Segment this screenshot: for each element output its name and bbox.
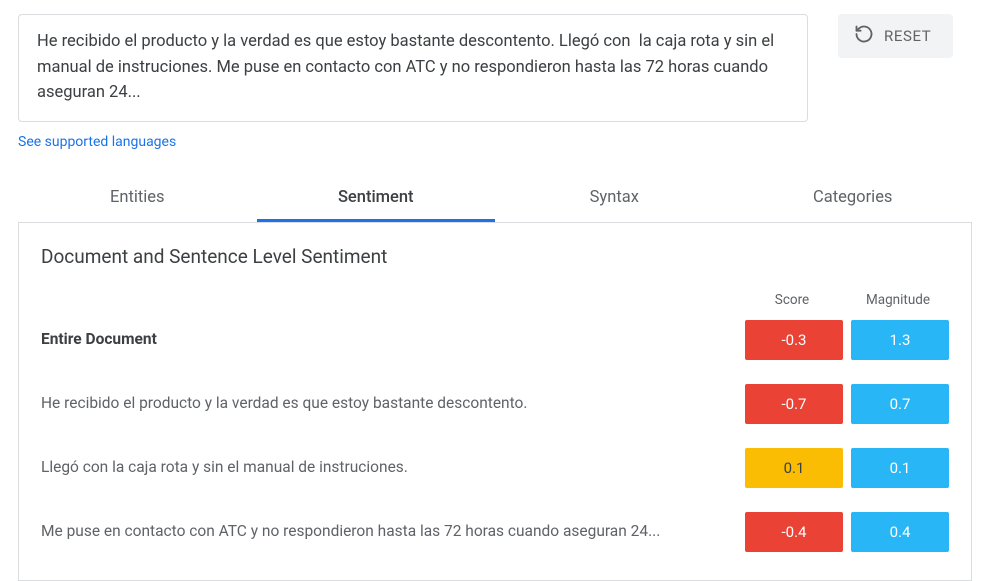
- reset-icon: [854, 24, 874, 48]
- score-value: -0.3: [745, 320, 843, 360]
- panel-title: Document and Sentence Level Sentiment: [41, 245, 949, 268]
- tab-sentiment[interactable]: Sentiment: [257, 176, 496, 221]
- magnitude-header: Magnitude: [849, 292, 947, 308]
- magnitude-value: 0.4: [851, 512, 949, 552]
- tab-syntax[interactable]: Syntax: [495, 176, 734, 221]
- reset-label: RESET: [884, 27, 931, 45]
- tab-categories[interactable]: Categories: [734, 176, 973, 221]
- score-header: Score: [743, 292, 841, 308]
- column-headers: Score Magnitude: [41, 292, 949, 308]
- sentiment-row: Entire Document-0.31.3: [41, 320, 949, 360]
- score-value: -0.4: [745, 512, 843, 552]
- result-tabs: Entities Sentiment Syntax Categories: [18, 176, 972, 222]
- analysis-input[interactable]: [18, 14, 808, 122]
- sentiment-panel: Document and Sentence Level Sentiment Sc…: [18, 222, 972, 581]
- sentiment-row-label: He recibido el producto y la verdad es q…: [41, 392, 745, 415]
- supported-languages-link[interactable]: See supported languages: [18, 134, 176, 150]
- sentiment-row-label: Entire Document: [41, 328, 745, 351]
- magnitude-value: 0.7: [851, 384, 949, 424]
- score-value: -0.7: [745, 384, 843, 424]
- reset-button[interactable]: RESET: [838, 14, 953, 58]
- sentiment-row-label: Llegó con la caja rota y sin el manual d…: [41, 456, 745, 479]
- magnitude-value: 1.3: [851, 320, 949, 360]
- sentiment-row: He recibido el producto y la verdad es q…: [41, 384, 949, 424]
- tab-entities[interactable]: Entities: [18, 176, 257, 221]
- score-value: 0.1: [745, 448, 843, 488]
- magnitude-value: 0.1: [851, 448, 949, 488]
- sentiment-row-label: Me puse en contacto con ATC y no respond…: [41, 520, 745, 543]
- sentiment-row: Llegó con la caja rota y sin el manual d…: [41, 448, 949, 488]
- sentiment-row: Me puse en contacto con ATC y no respond…: [41, 512, 949, 552]
